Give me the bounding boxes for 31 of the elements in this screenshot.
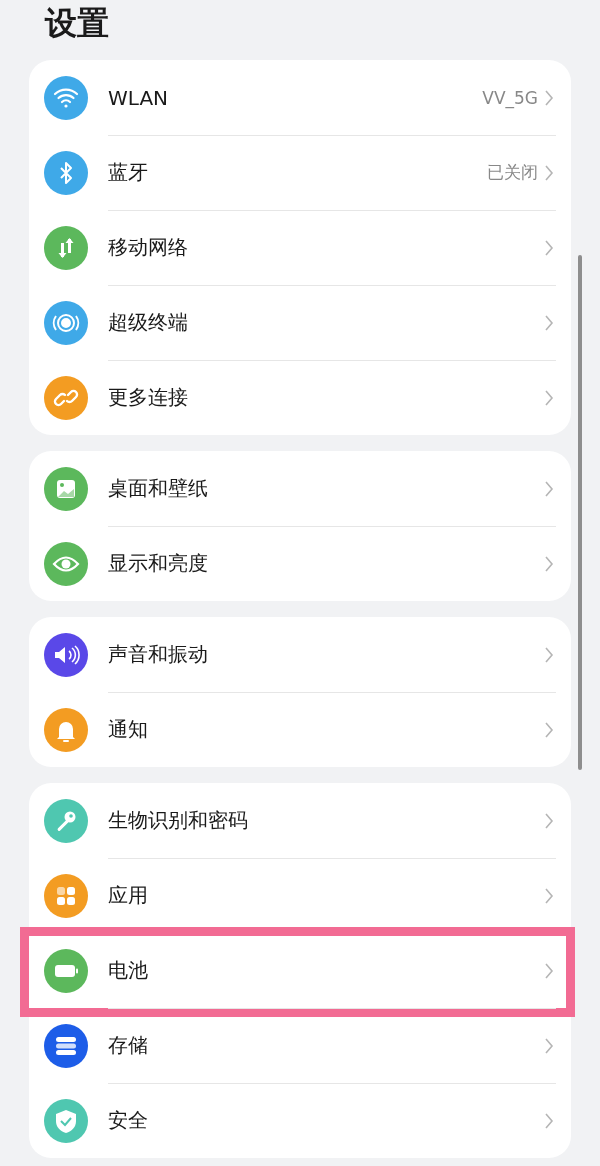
setting-label[interactable]: 安全: [108, 1107, 544, 1134]
setting-label[interactable]: 显示和亮度: [108, 550, 544, 577]
setting-value: VV_5G: [482, 87, 538, 108]
setting-label[interactable]: 生物识别和密码: [108, 807, 544, 834]
chevron-icon[interactable]: [544, 554, 554, 573]
chevron-icon[interactable]: [544, 388, 554, 407]
chevron-icon[interactable]: [544, 1111, 554, 1130]
setting-label[interactable]: 蓝牙: [108, 159, 487, 186]
setting-label[interactable]: 通知: [108, 716, 544, 743]
setting-label[interactable]: 电池: [108, 957, 544, 984]
chevron-icon[interactable]: [544, 961, 554, 980]
chevron-icon[interactable]: [544, 886, 554, 905]
setting-label[interactable]: 超级终端: [108, 309, 544, 336]
chevron-icon[interactable]: [544, 313, 554, 332]
chevron-icon[interactable]: [544, 811, 554, 830]
setting-label[interactable]: 桌面和壁纸: [108, 475, 544, 502]
setting-label[interactable]: WLAN: [108, 85, 483, 110]
chevron-icon[interactable]: [544, 88, 554, 107]
chevron-icon[interactable]: [544, 645, 554, 664]
chevron-icon[interactable]: [544, 238, 554, 257]
setting-label[interactable]: 存储: [108, 1032, 544, 1059]
chevron-icon[interactable]: [544, 1036, 554, 1055]
setting-label[interactable]: 移动网络: [108, 234, 544, 261]
chevron-icon[interactable]: [544, 720, 554, 739]
page-title: 设置: [43, 3, 110, 44]
setting-label[interactable]: 声音和振动: [108, 641, 544, 668]
chevron-icon[interactable]: [544, 163, 554, 182]
setting-label[interactable]: 更多连接: [108, 384, 544, 411]
setting-label[interactable]: 应用: [108, 882, 544, 909]
chevron-icon[interactable]: [544, 479, 554, 498]
setting-value: 已关闭: [487, 161, 538, 184]
